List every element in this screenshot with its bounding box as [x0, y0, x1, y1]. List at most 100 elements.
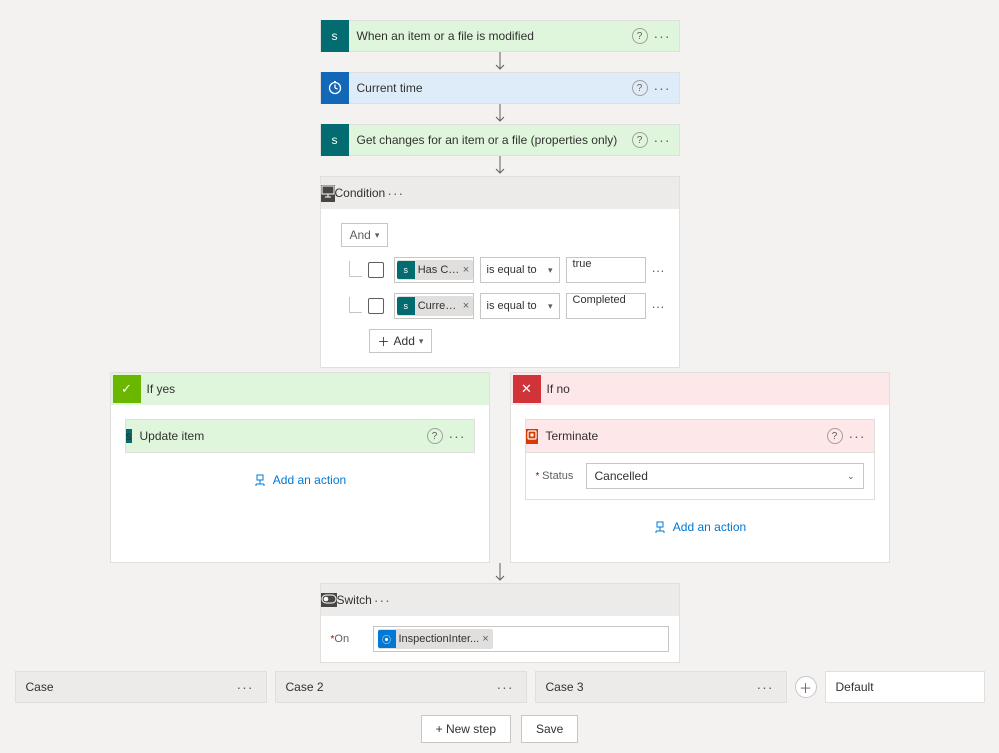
- save-button[interactable]: Save: [521, 715, 578, 743]
- operand-left-input[interactable]: s Has Colu... ×: [394, 257, 474, 283]
- add-case-button[interactable]: ＋: [795, 676, 817, 698]
- add-action-button[interactable]: Add an action: [525, 520, 875, 534]
- group-operator-label: And: [350, 228, 371, 242]
- terminate-body: Status Cancelled ⌄: [525, 453, 875, 500]
- menu-icon[interactable]: ···: [847, 428, 868, 444]
- sharepoint-icon: s: [321, 124, 349, 156]
- trigger-card[interactable]: s When an item or a file is modified ? ·…: [320, 20, 680, 52]
- status-value: Cancelled: [595, 469, 648, 483]
- chevron-down-icon: ▾: [548, 301, 553, 312]
- help-icon[interactable]: ?: [427, 428, 443, 444]
- help-icon[interactable]: ?: [827, 428, 843, 444]
- case-label: Case 3: [546, 680, 584, 694]
- dynamic-token[interactable]: s Has Colu... ×: [397, 260, 473, 280]
- row-checkbox[interactable]: [368, 262, 384, 278]
- chevron-down-icon: ⌄: [847, 471, 855, 482]
- row-checkbox[interactable]: [368, 298, 384, 314]
- operand-left-input[interactable]: s Currentl... ×: [394, 293, 474, 319]
- arrow-down-icon: [495, 104, 505, 124]
- operator-text: is equal to: [487, 264, 537, 276]
- dynamic-token[interactable]: ⦿ InspectionInter... ×: [378, 629, 493, 649]
- token-text: Has Colu...: [418, 264, 460, 276]
- help-icon[interactable]: ?: [632, 28, 648, 44]
- close-icon[interactable]: ×: [482, 633, 488, 645]
- arrow-down-icon: [495, 563, 505, 583]
- switch-title: Switch: [337, 593, 372, 607]
- dynamic-token[interactable]: s Currentl... ×: [397, 296, 473, 316]
- menu-icon[interactable]: ···: [652, 80, 673, 96]
- terminate-card[interactable]: Terminate ? ···: [525, 419, 875, 453]
- switch-icon: [321, 593, 337, 607]
- yes-branch: ✓ If yes s Update item ? ··· Add an: [110, 372, 490, 563]
- sharepoint-icon: s: [321, 20, 349, 52]
- add-action-button[interactable]: Add an action: [125, 473, 475, 487]
- switch-header[interactable]: Switch ···: [321, 584, 679, 616]
- close-icon: ✕: [513, 375, 541, 403]
- trigger-title: When an item or a file is modified: [349, 29, 632, 43]
- get-changes-card[interactable]: s Get changes for an item or a file (pro…: [320, 124, 680, 156]
- operator-text: is equal to: [487, 300, 537, 312]
- arrow-down-icon: [495, 52, 505, 72]
- add-row-button[interactable]: ＋ Add ▾: [369, 329, 433, 353]
- operator-select[interactable]: is equal to ▾: [480, 293, 560, 319]
- case-3[interactable]: Case 3 ···: [535, 671, 787, 703]
- switch-block: Switch ··· On ⦿ InspectionInter... ×: [320, 583, 680, 663]
- case-label: Default: [836, 680, 874, 694]
- case-1[interactable]: Case ···: [15, 671, 267, 703]
- help-icon[interactable]: ?: [632, 132, 648, 148]
- update-item-card[interactable]: s Update item ? ···: [125, 419, 475, 453]
- group-operator-select[interactable]: And ▾: [341, 223, 389, 247]
- menu-icon[interactable]: ···: [372, 592, 393, 608]
- token-text: Currentl...: [418, 300, 460, 312]
- add-action-label: Add an action: [273, 473, 346, 487]
- yes-title: If yes: [147, 382, 176, 396]
- close-icon[interactable]: ×: [463, 264, 469, 276]
- value-input[interactable]: Completed: [566, 293, 646, 319]
- row-menu-icon[interactable]: ···: [652, 263, 665, 278]
- on-field-label: On: [331, 633, 373, 645]
- menu-icon[interactable]: ···: [235, 679, 256, 695]
- no-branch: ✕ If no Terminate ? ···: [510, 372, 890, 563]
- current-time-title: Current time: [349, 81, 632, 95]
- condition-icon: [321, 185, 335, 202]
- terminate-icon: [526, 429, 538, 444]
- status-select[interactable]: Cancelled ⌄: [586, 463, 864, 489]
- yes-header: ✓ If yes: [111, 373, 489, 405]
- close-icon[interactable]: ×: [463, 300, 469, 312]
- condition-block: Condition ··· And ▾ s Has Colu...: [320, 176, 680, 368]
- value-input[interactable]: true: [566, 257, 646, 283]
- menu-icon[interactable]: ···: [652, 28, 673, 44]
- case-2[interactable]: Case 2 ···: [275, 671, 527, 703]
- condition-row: s Has Colu... × is equal to ▾ true ···: [335, 257, 665, 283]
- menu-icon[interactable]: ···: [495, 679, 516, 695]
- variable-icon: ⦿: [378, 630, 396, 648]
- operator-select[interactable]: is equal to ▾: [480, 257, 560, 283]
- sharepoint-icon: s: [397, 297, 415, 315]
- token-text: InspectionInter...: [399, 633, 480, 645]
- clock-icon: [321, 72, 349, 104]
- chevron-down-icon: ▾: [375, 230, 380, 241]
- plus-icon: ＋: [378, 333, 390, 350]
- condition-row: s Currentl... × is equal to ▾ Completed …: [335, 293, 665, 319]
- switch-cases-row: Case ··· Case 2 ··· Case 3 ··· ＋ Default: [15, 671, 985, 703]
- case-label: Case 2: [286, 680, 324, 694]
- menu-icon[interactable]: ···: [755, 679, 776, 695]
- new-step-button[interactable]: + New step: [421, 715, 511, 743]
- add-action-label: Add an action: [673, 520, 746, 534]
- on-input[interactable]: ⦿ InspectionInter... ×: [373, 626, 669, 652]
- menu-icon[interactable]: ···: [447, 428, 468, 444]
- condition-branches: ✓ If yes s Update item ? ··· Add an: [17, 372, 982, 563]
- check-icon: ✓: [113, 375, 141, 403]
- current-time-card[interactable]: Current time ? ···: [320, 72, 680, 104]
- help-icon[interactable]: ?: [632, 80, 648, 96]
- get-changes-title: Get changes for an item or a file (prope…: [349, 133, 632, 147]
- menu-icon[interactable]: ···: [385, 185, 406, 201]
- case-label: Case: [26, 680, 54, 694]
- chevron-down-icon: ▾: [419, 336, 424, 347]
- footer-bar: + New step Save: [0, 715, 999, 753]
- arrow-down-icon: [495, 156, 505, 176]
- menu-icon[interactable]: ···: [652, 132, 673, 148]
- case-default[interactable]: Default: [825, 671, 985, 703]
- condition-header[interactable]: Condition ···: [321, 177, 679, 209]
- row-menu-icon[interactable]: ···: [652, 299, 665, 314]
